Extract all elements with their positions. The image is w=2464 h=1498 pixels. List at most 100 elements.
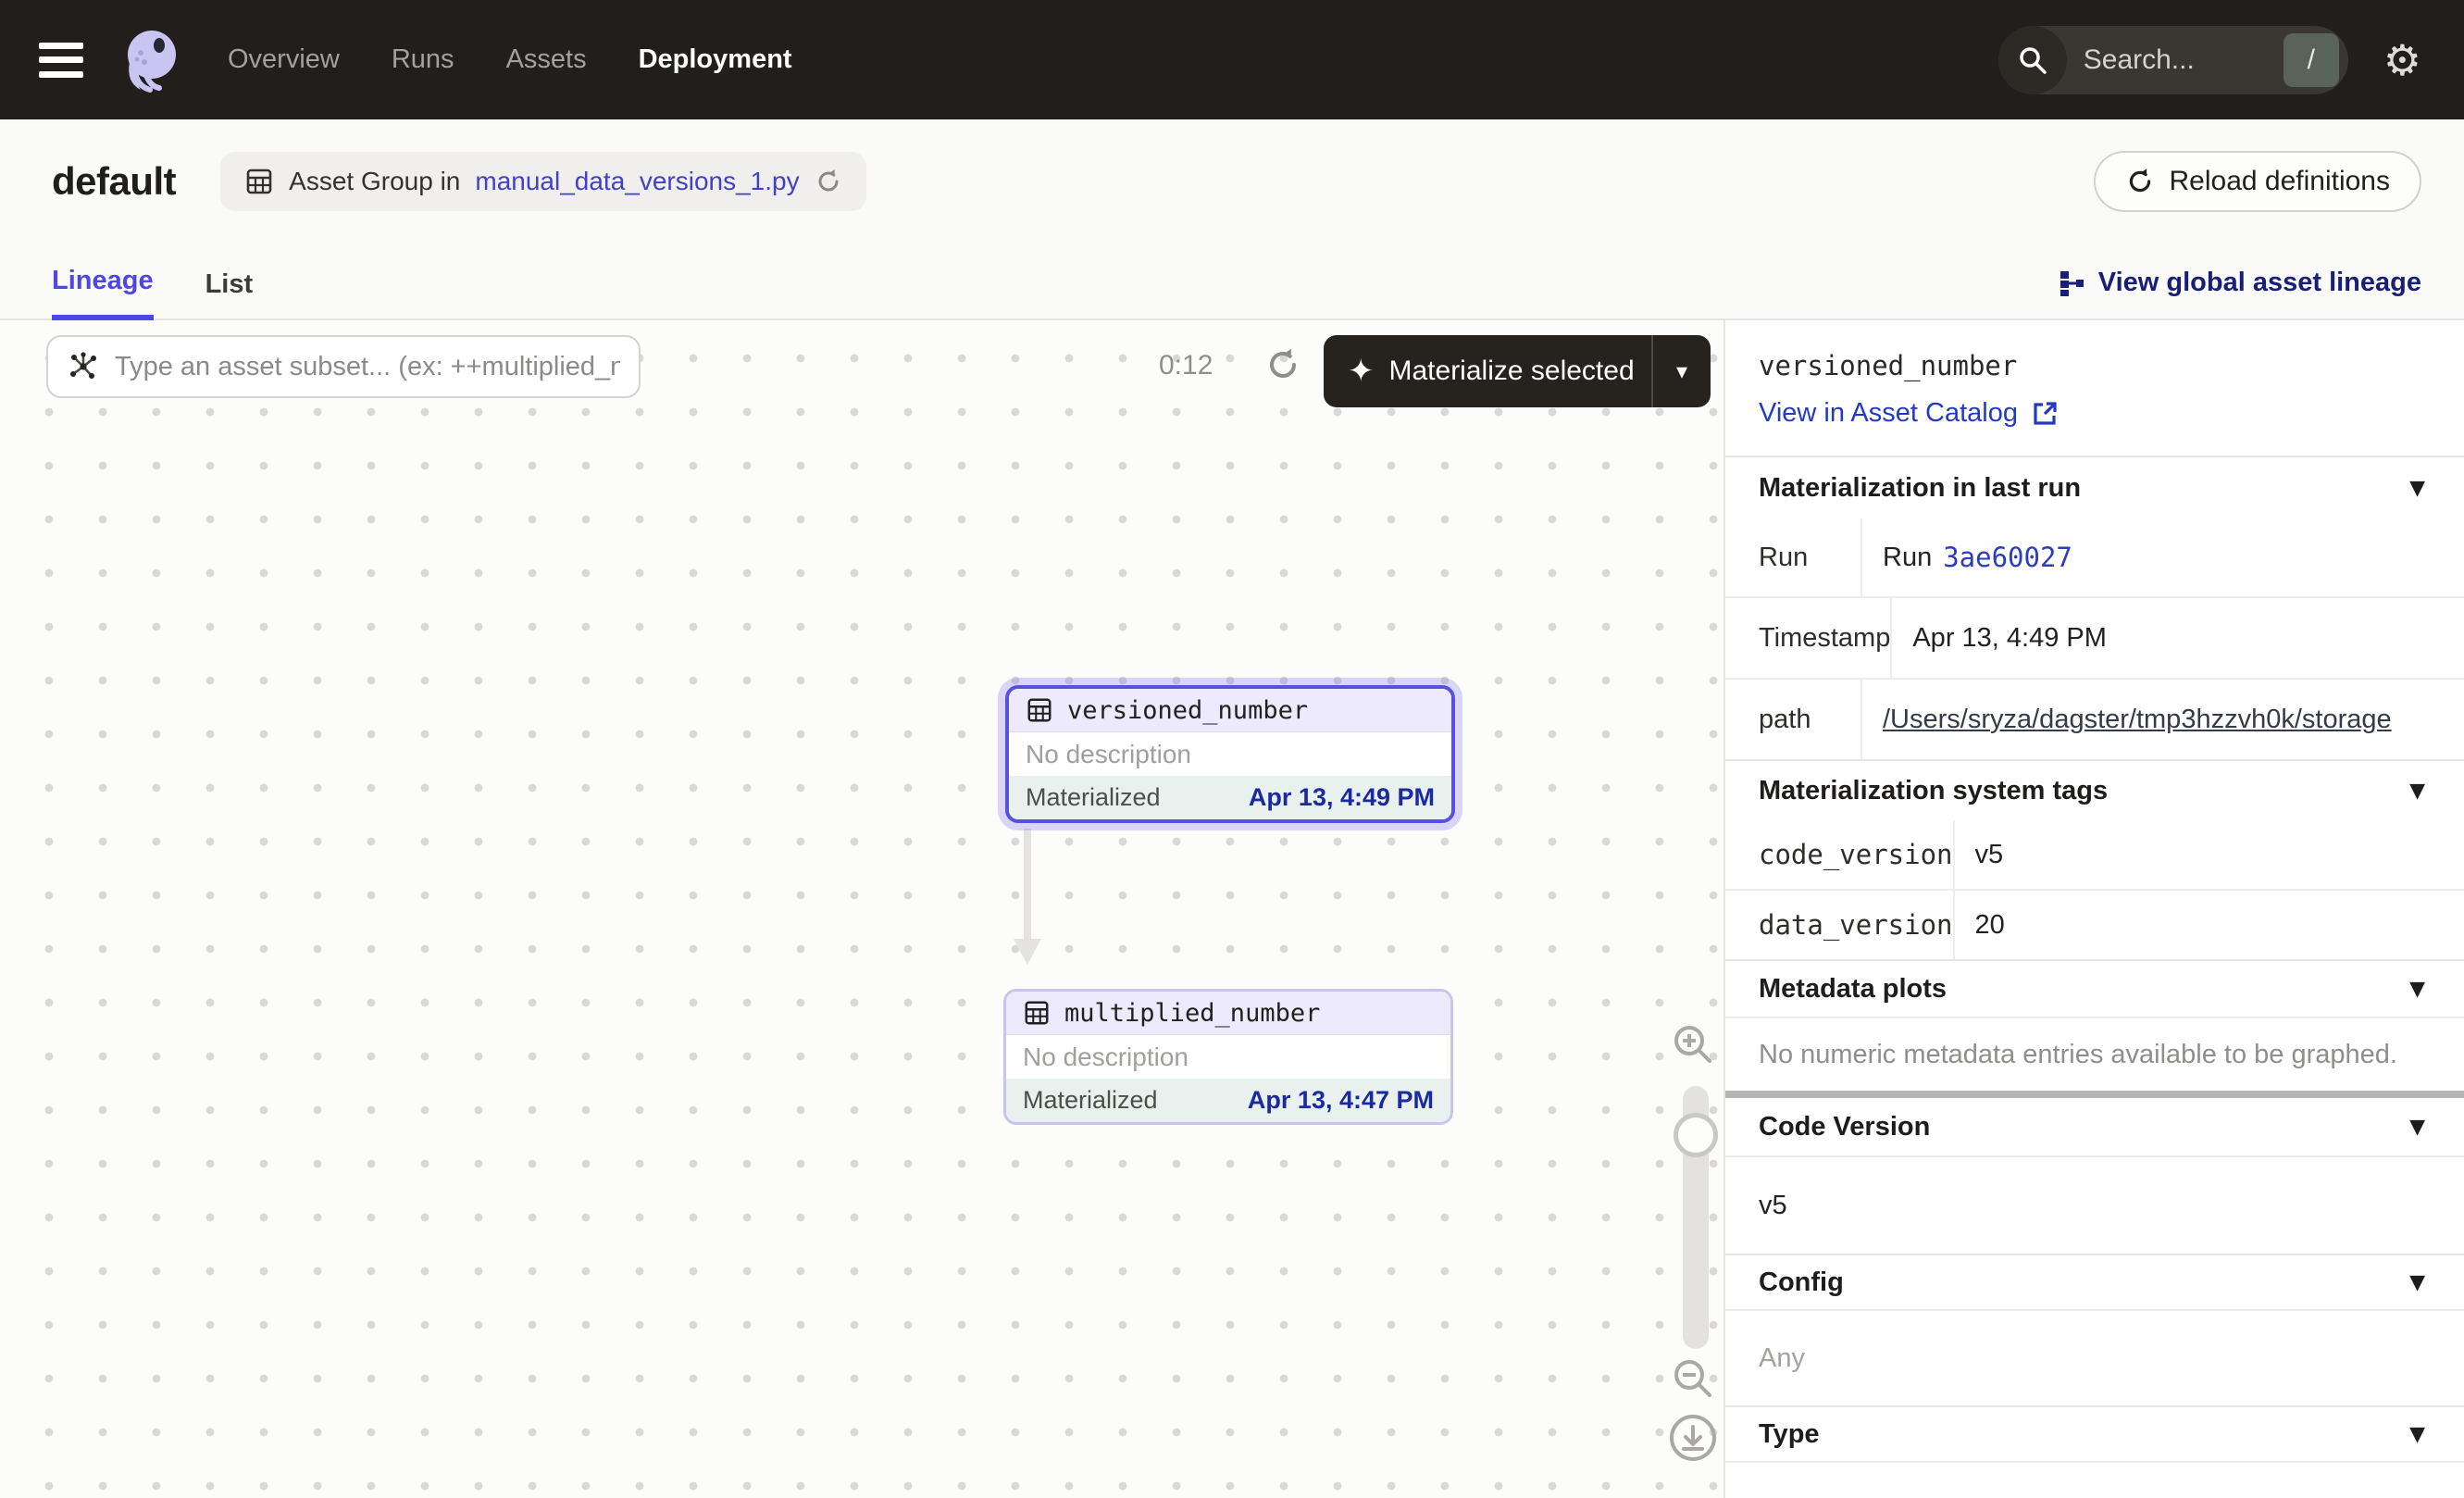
refresh-icon xyxy=(2125,167,2155,196)
materialize-options-caret[interactable]: ▾ xyxy=(1651,335,1711,407)
asset-node-timestamp[interactable]: Apr 13, 4:49 PM xyxy=(1249,783,1435,812)
chevron-down-icon: ▼ xyxy=(2409,1116,2425,1139)
lineage-edge xyxy=(1024,829,1031,942)
table-row: path /Users/sryza/dagster/tmp3hzzvh0k/st… xyxy=(1725,678,2464,759)
section-materialization-in-last-run[interactable]: Materialization in last run ▼ xyxy=(1725,456,2464,518)
panel-divider[interactable] xyxy=(1725,1091,2464,1098)
asset-node-description: No description xyxy=(1009,732,1451,776)
nav-item-deployment[interactable]: Deployment xyxy=(639,44,792,75)
section-metadata-plots[interactable]: Metadata plots ▼ xyxy=(1725,959,2464,1017)
view-global-asset-lineage-link[interactable]: View global asset lineage xyxy=(2058,268,2421,318)
dagster-logo[interactable] xyxy=(117,27,183,94)
section-config[interactable]: Config ▼ xyxy=(1725,1254,2464,1309)
search-placeholder: Search... xyxy=(2084,44,2284,76)
page-title: default xyxy=(52,159,176,204)
timestamp-value: Apr 13, 4:49 PM xyxy=(1892,598,2464,678)
section-type[interactable]: Type ▼ xyxy=(1725,1405,2464,1461)
asset-node-status: Materialized xyxy=(1023,1086,1158,1115)
nav-item-overview[interactable]: Overview xyxy=(228,44,340,75)
tab-bar: Lineage List View global asset lineage xyxy=(0,225,2464,320)
external-link-icon xyxy=(2031,400,2059,428)
tab-lineage[interactable]: Lineage xyxy=(52,266,154,320)
asset-node-description: No description xyxy=(1006,1035,1450,1079)
view-global-asset-lineage-label: View global asset lineage xyxy=(2098,268,2421,298)
config-value: Any xyxy=(1725,1309,2464,1405)
asset-node-name: multiplied_number xyxy=(1064,999,1320,1028)
section-label: Materialization in last run xyxy=(1759,473,2081,504)
table-row: data_version 20 xyxy=(1725,889,2464,959)
asset-node-versioned-number[interactable]: versioned_number No description Material… xyxy=(1005,685,1455,823)
search-shortcut-badge: / xyxy=(2284,33,2339,87)
refresh-timer: 0:12 xyxy=(1159,350,1213,381)
zoom-slider-handle[interactable] xyxy=(1674,1113,1718,1157)
nav-item-assets[interactable]: Assets xyxy=(506,44,587,75)
reload-definitions-label: Reload definitions xyxy=(2170,166,2391,197)
nav-menu: Overview Runs Assets Deployment xyxy=(228,44,792,75)
run-id-link[interactable]: 3ae60027 xyxy=(1943,542,2072,573)
sparkle-icon: ✦ xyxy=(1348,356,1375,387)
type-section-body xyxy=(1725,1461,2464,1498)
materialize-selected-label: Materialize selected xyxy=(1389,356,1635,387)
section-label: Metadata plots xyxy=(1759,974,1947,1005)
table-row: Run Run 3ae60027 xyxy=(1725,518,2464,596)
tag-value: 20 xyxy=(1955,891,2464,959)
asset-detail-panel: versioned_number View in Asset Catalog M… xyxy=(1724,320,2464,1498)
chevron-down-icon: ▼ xyxy=(2409,780,2425,803)
refresh-icon[interactable] xyxy=(815,168,842,195)
timestamp-row-label: Timestamp xyxy=(1725,598,1892,678)
lineage-edge-arrowhead xyxy=(1014,939,1041,965)
run-row-label: Run xyxy=(1725,518,1862,596)
section-label: Config xyxy=(1759,1267,1844,1298)
asset-node-name: versioned_number xyxy=(1067,696,1308,725)
table-icon xyxy=(1023,999,1051,1027)
chevron-down-icon: ▼ xyxy=(2409,1423,2425,1446)
chevron-down-icon: ▼ xyxy=(2409,1271,2425,1294)
lineage-graph-icon xyxy=(2058,269,2085,297)
top-nav: Overview Runs Assets Deployment Search..… xyxy=(0,0,2464,119)
gear-icon[interactable]: ⚙ xyxy=(2383,39,2421,81)
tag-value: v5 xyxy=(1955,820,2464,889)
page-header: default Asset Group in manual_data_versi… xyxy=(0,119,2464,320)
table-row: code_version v5 xyxy=(1725,820,2464,889)
asset-group-label: Asset Group in xyxy=(289,167,460,196)
path-row-label: path xyxy=(1725,680,1862,759)
chevron-down-icon: ▼ xyxy=(2409,978,2425,1001)
download-graph-button[interactable] xyxy=(1668,1413,1718,1463)
reload-definitions-button[interactable]: Reload definitions xyxy=(2094,151,2422,212)
section-label: Materialization system tags xyxy=(1759,776,2108,806)
code-version-value: v5 xyxy=(1725,1155,2464,1254)
menu-icon[interactable] xyxy=(39,43,83,78)
asset-detail-title: versioned_number xyxy=(1759,350,2464,381)
asset-subset-filter[interactable] xyxy=(46,335,641,398)
zoom-in-button[interactable] xyxy=(1670,1021,1716,1067)
metadata-plots-empty-message: No numeric metadata entries available to… xyxy=(1725,1017,2464,1091)
path-link[interactable]: /Users/sryza/dagster/tmp3hzzvh0k/storage xyxy=(1883,705,2392,735)
run-value-prefix: Run xyxy=(1883,543,1932,573)
section-code-version[interactable]: Code Version ▼ xyxy=(1725,1098,2464,1155)
section-label: Type xyxy=(1759,1419,1820,1450)
materialize-selected-button[interactable]: ✦ Materialize selected ▾ xyxy=(1324,335,1711,407)
view-in-asset-catalog-link[interactable]: View in Asset Catalog xyxy=(1759,398,2464,429)
tab-list[interactable]: List xyxy=(205,269,254,318)
asset-node-timestamp[interactable]: Apr 13, 4:47 PM xyxy=(1248,1086,1434,1115)
table-row: Timestamp Apr 13, 4:49 PM xyxy=(1725,596,2464,678)
tag-key: data_version xyxy=(1725,891,1955,959)
nav-item-runs[interactable]: Runs xyxy=(392,44,454,75)
global-search[interactable]: Search... / xyxy=(1998,26,2348,94)
asset-graph-icon xyxy=(67,350,100,383)
search-icon xyxy=(1998,26,2067,94)
zoom-out-button[interactable] xyxy=(1670,1355,1716,1402)
asset-subset-input[interactable] xyxy=(115,352,620,382)
section-materialization-system-tags[interactable]: Materialization system tags ▼ xyxy=(1725,759,2464,820)
main-content: 0:12 ✦ Materialize selected ▾ versioned_… xyxy=(0,320,2464,1498)
table-icon xyxy=(244,167,274,196)
asset-group-file-link[interactable]: manual_data_versions_1.py xyxy=(475,167,799,196)
refresh-icon[interactable] xyxy=(1264,346,1301,383)
chevron-down-icon: ▼ xyxy=(2409,477,2425,500)
asset-node-status: Materialized xyxy=(1026,783,1161,812)
section-label: Code Version xyxy=(1759,1112,1930,1142)
lineage-graph-canvas[interactable]: 0:12 ✦ Materialize selected ▾ versioned_… xyxy=(0,320,1724,1498)
view-in-asset-catalog-label: View in Asset Catalog xyxy=(1759,398,2018,429)
asset-node-multiplied-number[interactable]: multiplied_number No description Materia… xyxy=(1003,989,1453,1125)
asset-group-tag: Asset Group in manual_data_versions_1.py xyxy=(220,152,865,211)
